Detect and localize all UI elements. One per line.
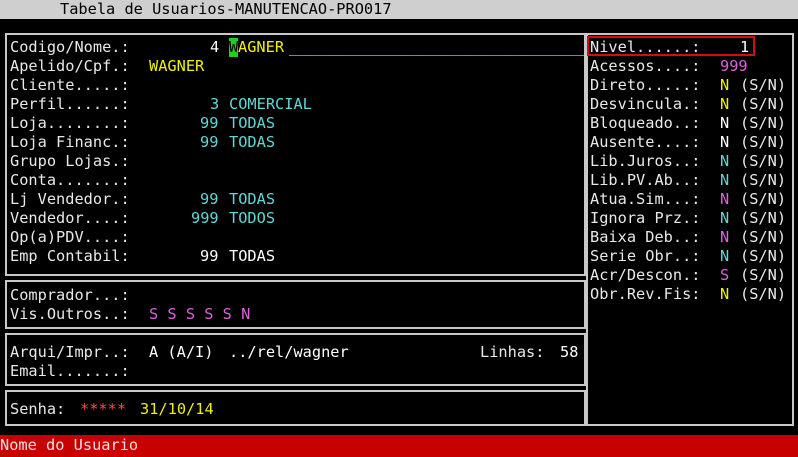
perfil-label: Perfil......: — [10, 95, 130, 113]
flag-label-obr-rev-fis: Obr.Rev.Fis: — [590, 285, 701, 303]
lojafin-text: TODAS — [229, 133, 276, 151]
flag-label-serie-obr: Serie Obr..: — [590, 247, 701, 265]
apelido-label: Apelido/Cpf.: — [10, 57, 130, 75]
flag-value-lib-pv-ab[interactable]: N — [720, 171, 729, 190]
flag-value-ignora-prz[interactable]: N — [720, 209, 729, 228]
conta-label: Conta.......: — [10, 171, 130, 189]
vendedor-label: Vendedor....: — [10, 209, 130, 227]
ljvend-label: Lj Vendedor.: — [10, 190, 130, 208]
flag-value-bloqueado[interactable]: N — [720, 114, 729, 133]
flag-label-acr-descon: Acr/Descon.: — [590, 266, 701, 284]
linhas-label: Linhas: — [480, 343, 545, 361]
window-title: Tabela de Usuarios-MANUTENCAO-PRO017 — [60, 0, 392, 18]
arqui-label: Arqui/Impr..: — [10, 343, 130, 361]
nivel-value[interactable]: 1 — [740, 38, 749, 57]
flag-value-lib-juros[interactable]: N — [720, 152, 729, 171]
emp-label: Emp Contabil: — [10, 247, 130, 265]
flag-hint: (S/N) — [740, 76, 787, 94]
flag-hint: (S/N) — [740, 209, 787, 227]
flag-label-ignora-prz: Ignora Prz.: — [590, 209, 701, 227]
loja-text: TODAS — [229, 114, 276, 132]
flag-hint: (S/N) — [740, 285, 787, 303]
senha-label: Senha: — [10, 400, 66, 418]
flag-label-baixa-deb: Baixa Deb..: — [590, 228, 701, 246]
flag-label-atua-sim: Atua.Sim...: — [590, 190, 701, 208]
flag-hint: (S/N) — [740, 228, 787, 246]
acessos-value[interactable]: 999 — [720, 57, 748, 76]
name-input-blank[interactable]: ___________________________________ — [289, 38, 611, 57]
apelido-value[interactable]: WAGNER — [149, 57, 204, 76]
status-bar: Nome do Usuario — [0, 435, 798, 457]
flag-hint: (S/N) — [740, 190, 787, 208]
flag-label-lib-pv-ab: Lib.PV.Ab..: — [590, 171, 701, 189]
cursor-char[interactable]: W — [229, 38, 239, 57]
perfil-text: COMERCIAL — [229, 95, 312, 113]
flag-value-ausente[interactable]: N — [720, 133, 729, 152]
flag-hint: (S/N) — [740, 133, 787, 151]
ljvend-text: TODAS — [229, 190, 276, 208]
flag-hint: (S/N) — [740, 152, 787, 170]
email-label: Email.......: — [10, 362, 130, 380]
flag-hint: (S/N) — [740, 114, 787, 132]
flag-hint: (S/N) — [740, 171, 787, 189]
status-message: Nome do Usuario — [0, 436, 139, 454]
codigo-number[interactable]: 4 — [210, 38, 219, 57]
password-field[interactable]: ***** — [80, 400, 126, 419]
arqui-mode[interactable]: A (A/I) — [149, 343, 213, 362]
codigo-label: Codigo/Nome.: — [10, 38, 130, 56]
cliente-label: Cliente.....: — [10, 76, 130, 94]
acessos-label: Acessos....: — [590, 57, 701, 75]
flag-label-desvincula: Desvincula.: — [590, 95, 701, 113]
loja-number[interactable]: 99 — [200, 114, 218, 133]
flag-value-acr-descon[interactable]: S — [720, 266, 729, 285]
arqui-path[interactable]: ../rel/wagner — [229, 343, 349, 362]
flag-label-lib-juros: Lib.Juros..: — [590, 152, 701, 170]
loja-label: Loja........: — [10, 114, 130, 132]
flag-value-baixa-deb[interactable]: N — [720, 228, 729, 247]
emp-text: TODAS — [229, 247, 276, 265]
vendedor-number[interactable]: 999 — [191, 209, 219, 228]
vendedor-text: TODOS — [229, 209, 276, 227]
flag-value-atua-sim[interactable]: N — [720, 190, 729, 209]
flag-value-direto[interactable]: N — [720, 76, 729, 95]
password-date: 31/10/14 — [140, 400, 214, 418]
visoutros-value[interactable]: S S S S S N — [149, 305, 250, 324]
flag-hint: (S/N) — [740, 247, 787, 265]
flag-label-direto: Direto.....: — [590, 76, 701, 94]
nivel-label: Nivel......: — [590, 38, 701, 56]
flag-value-serie-obr[interactable]: N — [720, 247, 729, 266]
flag-value-desvincula[interactable]: N — [720, 95, 729, 114]
lojafin-number[interactable]: 99 — [200, 133, 218, 152]
flag-hint: (S/N) — [740, 95, 787, 113]
comprador-label: Comprador...: — [10, 286, 130, 304]
ljvend-number[interactable]: 99 — [200, 190, 218, 209]
flag-value-obr-rev-fis[interactable]: N — [720, 285, 729, 304]
emp-number[interactable]: 99 — [200, 247, 218, 266]
perfil-number[interactable]: 3 — [210, 95, 219, 114]
grupo-label: Grupo Lojas.: — [10, 152, 130, 170]
linhas-value[interactable]: 58 — [560, 343, 578, 362]
oppdv-label: Op(a)PDV....: — [10, 228, 130, 246]
name-input[interactable]: AGNER — [238, 38, 284, 57]
flag-hint: (S/N) — [740, 266, 787, 284]
title-bar: Tabela de Usuarios-MANUTENCAO-PRO017 — [0, 0, 798, 19]
flag-label-bloqueado: Bloqueado..: — [590, 114, 701, 132]
visoutros-label: Vis.Outros..: — [10, 305, 130, 323]
lojafin-label: Loja Financ.: — [10, 133, 130, 151]
flag-label-ausente: Ausente....: — [590, 133, 701, 151]
